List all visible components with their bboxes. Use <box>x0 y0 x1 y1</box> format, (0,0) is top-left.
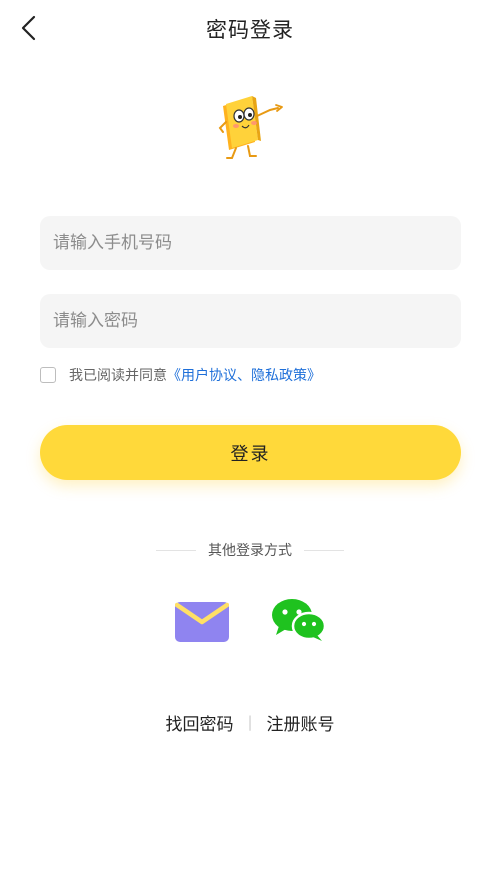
link-separator: 、 <box>237 368 251 384</box>
agreement-text: 我已阅读并同意 <box>69 368 167 384</box>
link-bracket-close: 》 <box>307 368 321 384</box>
other-login-label: 其他登录方式 <box>208 543 292 559</box>
login-button[interactable]: 登录 <box>40 425 461 480</box>
forgot-password-link[interactable]: 找回密码 <box>165 710 233 735</box>
password-input[interactable] <box>40 294 461 348</box>
navigation-bar: 密码登录 <box>0 0 500 56</box>
privacy-policy-link[interactable]: 隐私政策 <box>251 365 307 385</box>
bottom-links: 找回密码 | 注册账号 <box>0 710 500 735</box>
wechat-icon <box>272 599 327 641</box>
divider-line-left <box>156 549 196 551</box>
book-mascot-icon <box>218 96 283 159</box>
agreement-row: 我已阅读并同意 《 用户协议 、 隐私政策 》 <box>40 366 321 384</box>
agreement-checkbox[interactable] <box>40 367 56 383</box>
email-login-button[interactable] <box>174 602 230 642</box>
user-agreement-link[interactable]: 用户协议 <box>181 365 237 385</box>
link-bracket-open: 《 <box>167 368 181 384</box>
other-login-divider: 其他登录方式 <box>0 540 500 560</box>
phone-input[interactable] <box>40 216 461 270</box>
divider-line-right <box>304 549 344 551</box>
page-title: 密码登录 <box>206 18 294 42</box>
register-link[interactable]: 注册账号 <box>267 710 335 735</box>
email-icon <box>174 602 230 642</box>
wechat-login-button[interactable] <box>270 598 328 642</box>
bottom-links-separator: | <box>247 713 253 731</box>
